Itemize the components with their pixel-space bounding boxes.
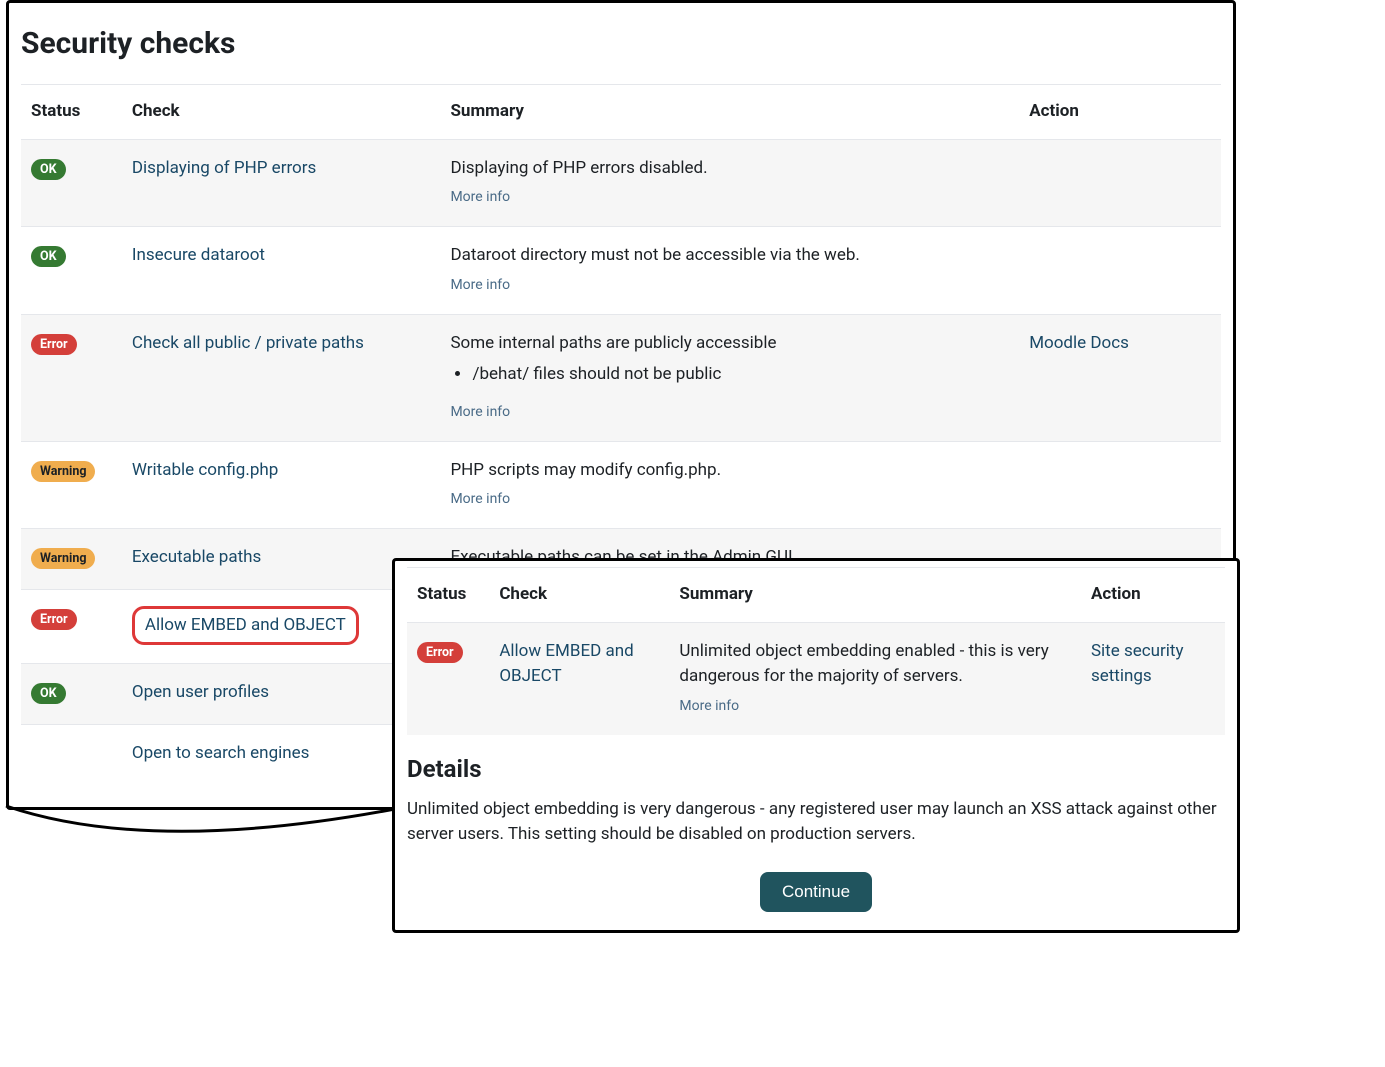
summary-text: Unlimited object embedding enabled - thi… [679, 641, 1048, 687]
summary-bullets: /behat/ files should not be public [450, 362, 1009, 388]
detail-table: Status Check Summary Action Error Allow … [407, 567, 1225, 735]
details-body: Unlimited object embedding is very dange… [407, 797, 1225, 848]
table-row: Error Allow EMBED and OBJECT Unlimited o… [407, 622, 1225, 735]
check-link[interactable]: Open user profiles [132, 682, 269, 702]
col-header-check: Check [489, 568, 669, 623]
more-info-link[interactable]: More info [679, 696, 1071, 717]
status-badge: Warning [31, 461, 95, 482]
check-link[interactable]: Writable config.php [132, 460, 278, 480]
more-info-link[interactable]: More info [450, 275, 1009, 296]
action-link[interactable]: Site security settings [1091, 641, 1184, 687]
page-title: Security checks [21, 21, 1221, 66]
status-badge: Error [31, 609, 77, 630]
details-heading: Details [407, 751, 1225, 787]
more-info-link[interactable]: More info [450, 402, 1009, 423]
callout-connector-icon [0, 770, 400, 860]
check-link[interactable]: Displaying of PHP errors [132, 158, 316, 178]
action-link[interactable]: Moodle Docs [1029, 333, 1129, 353]
col-header-status: Status [407, 568, 489, 623]
col-header-action: Action [1019, 85, 1221, 140]
continue-button[interactable]: Continue [760, 872, 872, 912]
status-badge: Warning [31, 548, 95, 569]
check-link[interactable]: Open to search engines [132, 743, 310, 763]
summary-text: Some internal paths are publicly accessi… [450, 333, 776, 353]
check-link[interactable]: Allow EMBED and OBJECT [145, 615, 346, 635]
table-row: OK Displaying of PHP errors Displaying o… [21, 139, 1221, 227]
more-info-link[interactable]: More info [450, 489, 1009, 510]
table-row: OK Insecure dataroot Dataroot directory … [21, 227, 1221, 315]
summary-text: Displaying of PHP errors disabled. [450, 158, 707, 178]
check-link[interactable]: Allow EMBED and OBJECT [499, 641, 633, 687]
status-badge: OK [31, 159, 66, 180]
table-row: Error Check all public / private paths S… [21, 314, 1221, 441]
status-badge: Error [417, 642, 463, 663]
list-item: /behat/ files should not be public [472, 362, 1009, 388]
check-link[interactable]: Check all public / private paths [132, 333, 364, 353]
summary-text: PHP scripts may modify config.php. [450, 460, 721, 480]
check-detail-panel: Status Check Summary Action Error Allow … [392, 558, 1240, 933]
col-header-summary: Summary [669, 568, 1081, 623]
summary-text: Dataroot directory must not be accessibl… [450, 245, 859, 265]
col-header-check: Check [122, 85, 441, 140]
highlighted-check: Allow EMBED and OBJECT [132, 606, 359, 646]
status-badge: OK [31, 683, 66, 704]
col-header-action: Action [1081, 568, 1225, 623]
status-badge: Error [31, 334, 77, 355]
check-link[interactable]: Insecure dataroot [132, 245, 265, 265]
more-info-link[interactable]: More info [450, 187, 1009, 208]
check-link[interactable]: Executable paths [132, 547, 261, 567]
col-header-summary: Summary [440, 85, 1019, 140]
status-badge: OK [31, 246, 66, 267]
table-row: Warning Writable config.php PHP scripts … [21, 441, 1221, 529]
col-header-status: Status [21, 85, 122, 140]
